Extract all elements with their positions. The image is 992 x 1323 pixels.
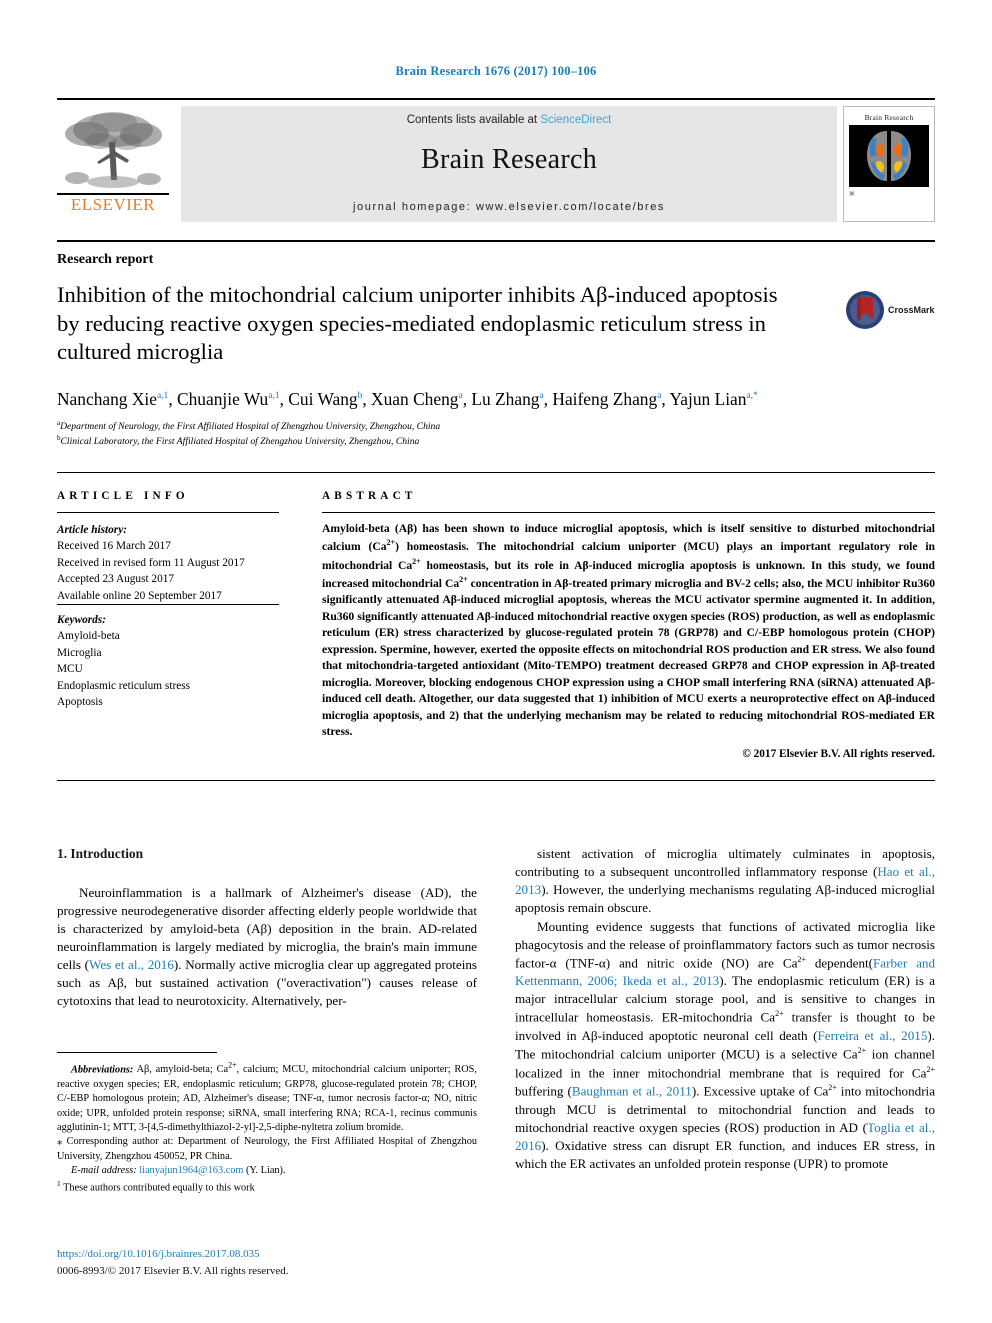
- keywords-label: Keywords:: [57, 614, 106, 626]
- masthead-bottom-rule: [57, 240, 935, 242]
- abstract-heading: ABSTRACT: [322, 490, 417, 502]
- keyword-item: Microglia: [57, 646, 102, 659]
- journal-cover-thumbnail[interactable]: Brain Research ▣: [843, 106, 935, 222]
- keywords-divider-rule: [57, 604, 279, 605]
- asterisk-icon: ⁎: [57, 1136, 63, 1148]
- crossmark-icon: [846, 291, 884, 329]
- abstract-copyright: © 2017 Elsevier B.V. All rights reserved…: [742, 748, 935, 760]
- abbreviations-label: Abbreviations:: [71, 1064, 134, 1076]
- author-item: Nanchang Xiea,1: [57, 389, 169, 409]
- intro-paragraph-left: Neuroinflammation is a hallmark of Alzhe…: [57, 884, 477, 1009]
- contents-prefix: Contents lists available at: [406, 114, 541, 126]
- page-title: Inhibition of the mitochondrial calcium …: [57, 282, 778, 365]
- corresponding-author-text: Corresponding author at: Department of N…: [57, 1136, 477, 1162]
- doi-link[interactable]: https://doi.org/10.1016/j.brainres.2017.…: [57, 1248, 260, 1260]
- crossmark-badge[interactable]: CrossMark: [845, 288, 937, 332]
- equal-contribution-text: These authors contributed equally to thi…: [63, 1182, 255, 1194]
- info-heading-rule: [57, 512, 279, 513]
- journal-masthead: ELSEVIER Contents lists available at Sci…: [57, 98, 935, 222]
- keyword-item: Amyloid-beta: [57, 630, 120, 643]
- elsevier-tree-icon: [65, 112, 162, 188]
- affiliation-a: aDepartment of Neurology, the First Affi…: [57, 418, 935, 434]
- article-history-label: Article history:: [57, 524, 127, 536]
- article-type: Research report: [57, 252, 154, 267]
- email-label: E-mail address:: [71, 1165, 137, 1177]
- elsevier-logo: ELSEVIER: [57, 106, 175, 222]
- info-section-top-rule: [57, 472, 935, 473]
- elsevier-wordmark: ELSEVIER: [57, 193, 169, 214]
- author-item: Haifeng Zhanga: [552, 389, 662, 409]
- intro-paragraph-right-2: Mounting evidence suggests that function…: [515, 918, 936, 1171]
- author-item: Xuan Chenga: [371, 389, 463, 409]
- author-item: Cui Wangb: [288, 389, 363, 409]
- cover-footer-mark: ▣: [849, 191, 855, 197]
- affiliation-b: bClinical Laboratory, the First Affiliat…: [57, 433, 935, 449]
- author-item: Chuanjie Wua,1: [177, 389, 280, 409]
- abbreviations-footnote: Abbreviations: Aβ, amyloid-beta; Ca2+, c…: [57, 1060, 477, 1135]
- article-history-block: Article history: Received 16 March 2017 …: [57, 522, 287, 604]
- article-info-heading: ARTICLE INFO: [57, 490, 189, 502]
- history-item: Available online 20 September 2017: [57, 589, 222, 602]
- abstract-bottom-rule: [57, 780, 935, 781]
- keywords-block: Keywords: Amyloid-beta Microglia MCU End…: [57, 612, 287, 710]
- footnote-rule: [57, 1052, 217, 1053]
- affiliation-text: Clinical Laboratory, the First Affiliate…: [60, 436, 420, 448]
- abstract-text: Amyloid-beta (Aβ) has been shown to indu…: [322, 522, 935, 739]
- paper-page: Brain Research 1676 (2017) 100–106 ELSEV…: [0, 0, 992, 1323]
- body-column-left: 1. Introduction Neuroinflammation is a h…: [57, 845, 477, 1010]
- contents-available-line: Contents lists available at ScienceDirec…: [181, 114, 837, 126]
- keyword-item: MCU: [57, 663, 83, 676]
- author-item: Yajun Liana,*: [669, 389, 758, 409]
- journal-banner: Contents lists available at ScienceDirec…: [181, 106, 837, 222]
- footnote-block: Abbreviations: Aβ, amyloid-beta; Ca2+, c…: [57, 1060, 477, 1196]
- footnote-marker: 1: [57, 1178, 61, 1188]
- author-item: Lu Zhanga: [471, 389, 544, 409]
- equal-contribution-footnote: 1 These authors contributed equally to t…: [57, 1179, 477, 1196]
- email-link[interactable]: lianyajun1964@163.com: [139, 1165, 243, 1176]
- history-item: Received 16 March 2017: [57, 540, 171, 553]
- section-heading-introduction: 1. Introduction: [57, 846, 144, 861]
- journal-homepage[interactable]: journal homepage: www.elsevier.com/locat…: [181, 201, 837, 213]
- affiliation-text: Department of Neurology, the First Affil…: [60, 421, 441, 433]
- crossmark-label: CrossMark: [888, 305, 935, 315]
- history-item: Accepted 23 August 2017: [57, 573, 175, 586]
- email-footnote: E-mail address: lianyajun1964@163.com (Y…: [57, 1164, 477, 1178]
- author-list: Nanchang Xiea,1, Chuanjie Wua,1, Cui Wan…: [57, 389, 758, 409]
- email-suffix: (Y. Lian).: [245, 1165, 286, 1177]
- corresponding-author-footnote: ⁎ Corresponding author at: Department of…: [57, 1135, 477, 1164]
- body-column-right: sistent activation of microglia ultimate…: [515, 845, 935, 1173]
- sciencedirect-link[interactable]: ScienceDirect: [540, 114, 611, 126]
- cover-title: Brain Research: [864, 113, 914, 122]
- journal-title: Brain Research: [420, 144, 597, 175]
- abstract-heading-rule: [322, 512, 935, 513]
- history-item: Received in revised form 11 August 2017: [57, 556, 245, 569]
- issn-copyright-line: 0006-8993/© 2017 Elsevier B.V. All right…: [57, 1265, 289, 1277]
- brain-scan-image: [849, 125, 929, 187]
- intro-paragraph-right-1: sistent activation of microglia ultimate…: [515, 846, 935, 916]
- keyword-item: Endoplasmic reticulum stress: [57, 679, 191, 692]
- running-head: Brain Research 1676 (2017) 100–106: [395, 64, 597, 78]
- keyword-item: Apoptosis: [57, 695, 103, 708]
